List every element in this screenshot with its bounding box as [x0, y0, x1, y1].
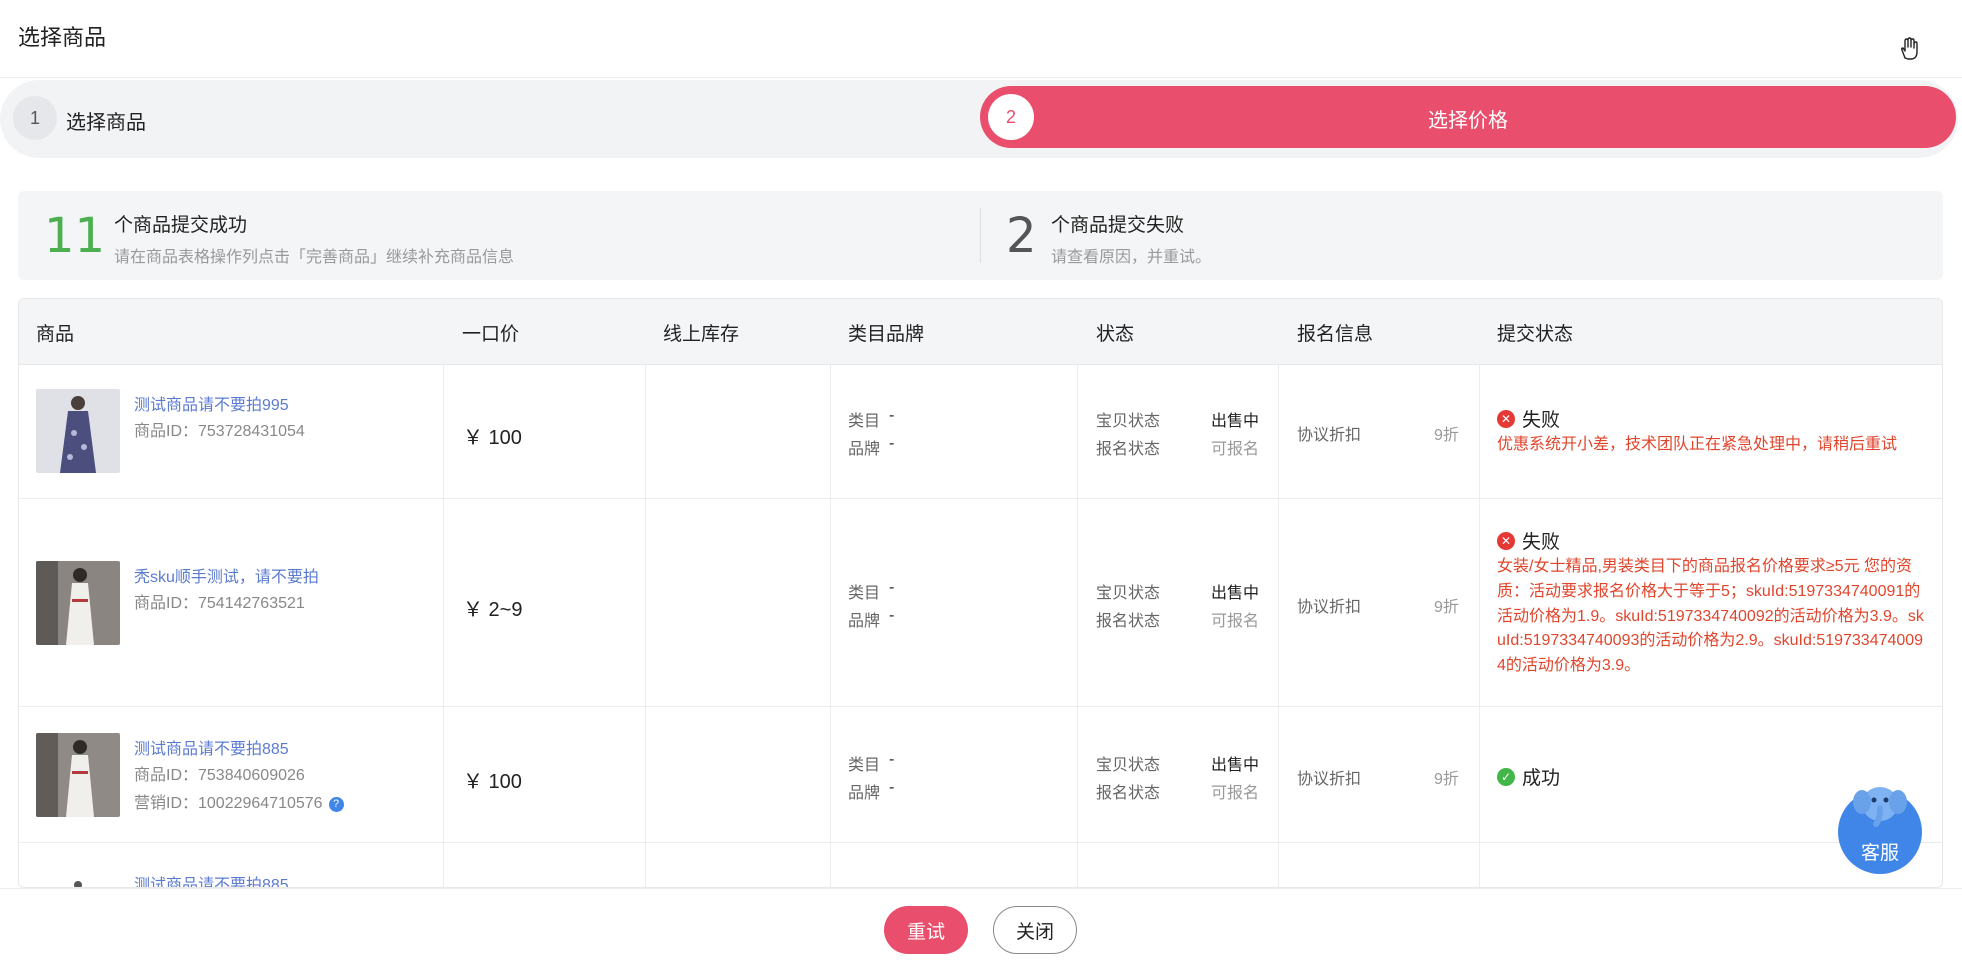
- step-1-number: 1: [13, 96, 57, 140]
- category-label: 类目: [848, 585, 881, 602]
- product-price: ￥ 2~9: [463, 599, 523, 621]
- col-submit-status: 提交状态: [1497, 324, 1574, 345]
- col-price: 一口价: [462, 324, 520, 345]
- product-id: 商品ID：754142763521: [134, 595, 305, 612]
- product-name-link[interactable]: 测试商品请不要拍885: [134, 735, 289, 759]
- submit-status: ✕ 失败: [1497, 405, 1560, 432]
- category-label: 类目: [848, 757, 881, 774]
- col-category-brand: 类目品牌: [848, 324, 925, 345]
- item-status-value: 出售中: [1211, 757, 1260, 774]
- success-icon: ✓: [1497, 767, 1515, 786]
- signup-info-label: 协议折扣: [1297, 427, 1362, 444]
- error-message: 女装/女士精品,男装类目下的商品报名价格要求≥5元 您的资质：活动要求报名价格大…: [1497, 558, 1924, 675]
- submit-summary: 11 个商品提交成功 请在商品表格操作列点击「完善商品」继续补充商品信息 2 个…: [18, 191, 1943, 280]
- success-title: 个商品提交成功: [114, 215, 248, 236]
- step-2-label: 选择价格: [1428, 110, 1508, 132]
- item-status-label: 宝贝状态: [1096, 757, 1161, 774]
- table-row: 测试商品请不要拍995 商品ID：753728431054 ￥ 100 类目 -…: [19, 365, 1942, 499]
- close-button[interactable]: 关闭: [993, 906, 1077, 954]
- table-row: 秃sku顺手测试，请不要拍 商品ID：754142763521 ￥ 2~9 类目…: [19, 499, 1942, 707]
- error-message: 优惠系统开小差，技术团队正在紧急处理中，请稍后重试: [1497, 436, 1898, 453]
- fail-subtitle: 请查看原因，并重试。: [1051, 249, 1212, 266]
- step-2-active: 2 选择价格: [980, 86, 1956, 148]
- step-indicator: 1 选择商品 2 选择价格: [0, 80, 1958, 158]
- customer-service-button[interactable]: 客服: [1838, 787, 1922, 874]
- signup-info-label: 协议折扣: [1297, 599, 1362, 616]
- fail-count: 2: [1006, 208, 1037, 264]
- signup-status-label: 报名状态: [1096, 613, 1161, 630]
- submit-status: ✓ 成功: [1497, 763, 1560, 790]
- dialog-header: 选择商品: [0, 0, 1962, 78]
- signup-info-label: 协议折扣: [1297, 771, 1362, 788]
- brand-label: 品牌: [848, 441, 881, 458]
- discount-value: 9折: [1434, 771, 1459, 788]
- category-value: -: [889, 751, 895, 768]
- help-icon[interactable]: ?: [328, 797, 344, 812]
- product-thumbnail[interactable]: [36, 389, 120, 473]
- brand-value: -: [889, 607, 895, 624]
- success-count: 11: [44, 208, 106, 264]
- col-status: 状态: [1096, 324, 1135, 345]
- product-table: 商品 一口价 线上库存 类目品牌 状态 报名信息 提交状态 测试商品请不要拍99…: [18, 298, 1943, 888]
- table-row: 测试商品请不要拍885: [19, 843, 1942, 887]
- category-label: 类目: [848, 413, 881, 430]
- discount-value: 9折: [1434, 427, 1459, 444]
- brand-label: 品牌: [848, 785, 881, 802]
- submit-status-text: 失败: [1522, 532, 1561, 553]
- retry-button[interactable]: 重试: [884, 906, 968, 954]
- col-signup-info: 报名信息: [1297, 324, 1374, 345]
- dialog-title: 选择商品: [18, 25, 107, 50]
- product-id: 商品ID：753728431054: [134, 423, 305, 440]
- brand-value: -: [889, 435, 895, 452]
- dialog-footer: 重试 关闭: [0, 888, 1962, 970]
- item-status-label: 宝贝状态: [1096, 413, 1161, 430]
- category-value: -: [889, 579, 895, 596]
- error-icon: ✕: [1497, 531, 1515, 550]
- category-value: -: [889, 407, 895, 424]
- col-product: 商品: [36, 324, 75, 345]
- brand-label: 品牌: [848, 613, 881, 630]
- submit-status-text: 成功: [1522, 768, 1561, 789]
- success-subtitle: 请在商品表格操作列点击「完善商品」继续补充商品信息: [114, 249, 515, 266]
- submit-status-text: 失败: [1522, 410, 1561, 431]
- product-price: ￥ 100: [463, 771, 522, 793]
- product-thumbnail[interactable]: [36, 561, 120, 645]
- marketing-id-text: 营销ID：10022964710576: [134, 795, 323, 812]
- item-status-value: 出售中: [1211, 413, 1260, 430]
- product-price: ￥ 100: [463, 427, 522, 449]
- table-row: 测试商品请不要拍885 商品ID：753840609026 营销ID：10022…: [19, 707, 1942, 843]
- signup-status-value: 可报名: [1211, 441, 1260, 458]
- submit-status: ✕ 失败: [1497, 527, 1560, 554]
- product-id: 商品ID：753840609026: [134, 767, 305, 784]
- signup-status-value: 可报名: [1211, 785, 1260, 802]
- signup-status-value: 可报名: [1211, 613, 1260, 630]
- customer-service-label: 客服: [1860, 843, 1899, 864]
- product-name-link[interactable]: 秃sku顺手测试，请不要拍: [134, 563, 319, 587]
- product-thumbnail[interactable]: [36, 871, 120, 887]
- product-name-link[interactable]: 测试商品请不要拍995: [134, 391, 289, 415]
- hand-cursor-icon: [1900, 37, 1918, 60]
- col-stock: 线上库存: [663, 324, 740, 345]
- product-thumbnail[interactable]: [36, 733, 120, 817]
- step-1-label: 选择商品: [66, 112, 146, 134]
- table-header: 商品 一口价 线上库存 类目品牌 状态 报名信息 提交状态: [19, 299, 1942, 365]
- signup-status-label: 报名状态: [1096, 441, 1161, 458]
- signup-status-label: 报名状态: [1096, 785, 1161, 802]
- summary-divider: [980, 208, 981, 263]
- discount-value: 9折: [1434, 599, 1459, 616]
- marketing-id: 营销ID：10022964710576?: [134, 789, 344, 813]
- fail-title: 个商品提交失败: [1051, 215, 1185, 236]
- elephant-icon: [1853, 787, 1907, 827]
- item-status-label: 宝贝状态: [1096, 585, 1161, 602]
- item-status-value: 出售中: [1211, 585, 1260, 602]
- error-icon: ✕: [1497, 409, 1515, 428]
- product-name-link[interactable]: 测试商品请不要拍885: [134, 871, 289, 887]
- brand-value: -: [889, 779, 895, 796]
